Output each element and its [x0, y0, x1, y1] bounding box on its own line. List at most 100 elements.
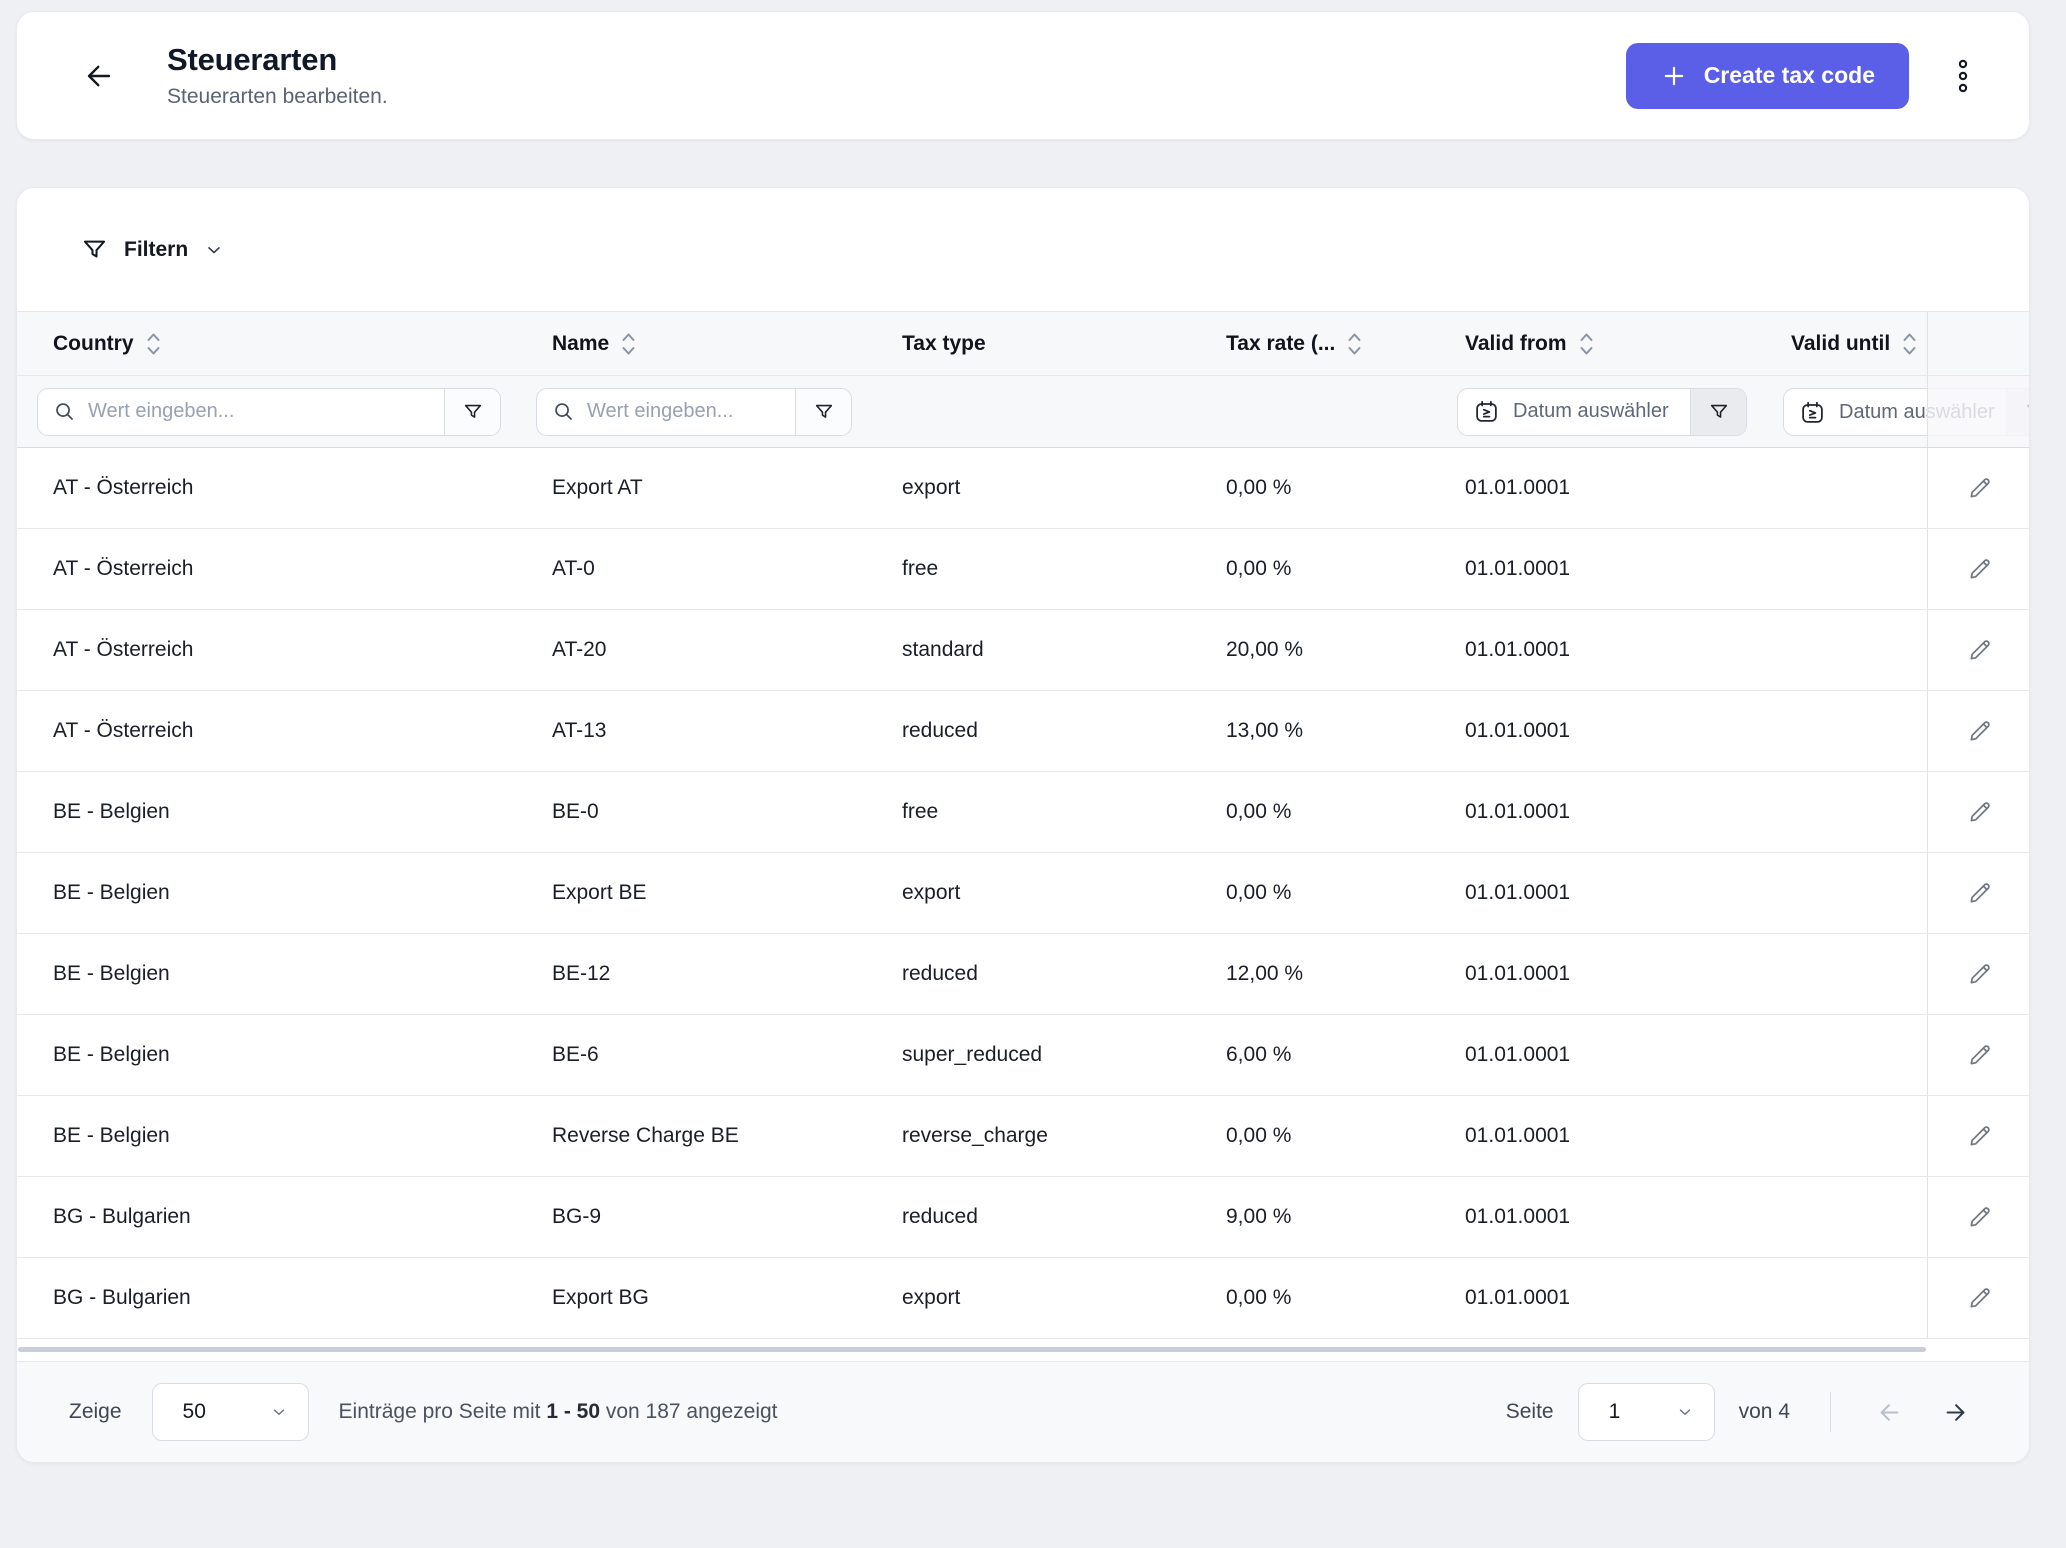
edit-column-filter-cell [1927, 376, 2030, 447]
table-row[interactable]: AT - Österreich AT-0 free 0,00 % 01.01.0… [17, 529, 2030, 610]
column-header-tax-rate[interactable]: Tax rate (... [1210, 329, 1449, 359]
horizontal-scrollbar[interactable] [18, 1347, 1926, 1352]
next-page-button[interactable] [1933, 1390, 1977, 1434]
cell-tax-type: export [886, 476, 1210, 500]
table-row[interactable]: AT - Österreich AT-13 reduced 13,00 % 01… [17, 691, 2030, 772]
sort-icon[interactable] [1347, 329, 1362, 359]
page-subtitle: Steuerarten bearbeiten. [167, 85, 388, 109]
column-label: Tax type [902, 332, 986, 356]
search-icon [38, 401, 75, 422]
cell-name: Export AT [536, 476, 886, 500]
column-header-country[interactable]: Country [17, 329, 536, 359]
page-size-select[interactable]: 50 [152, 1383, 309, 1441]
page-select[interactable]: 1 [1578, 1383, 1715, 1441]
edit-row-button[interactable] [1958, 952, 2002, 996]
edit-row-button[interactable] [1958, 709, 2002, 753]
cell-valid-from: 01.01.0001 [1449, 1286, 1775, 1310]
filter-expand-button[interactable] [204, 240, 224, 260]
pencil-icon [1966, 555, 1994, 583]
valid-from-filter-funnel-button[interactable] [1690, 389, 1746, 435]
edit-row-button[interactable] [1958, 1195, 2002, 1239]
valid-from-date-filter[interactable]: Datum auswähler [1457, 388, 1747, 436]
edit-row-button[interactable] [1958, 1114, 2002, 1158]
pencil-icon [1966, 960, 1994, 988]
table-row[interactable]: AT - Österreich AT-20 standard 20,00 % 0… [17, 610, 2030, 691]
edit-row-button[interactable] [1958, 547, 2002, 591]
cell-valid-from: 01.01.0001 [1449, 719, 1775, 743]
column-header-name[interactable]: Name [536, 329, 886, 359]
pencil-icon [1966, 1041, 1994, 1069]
table-row[interactable]: BG - Bulgarien BG-9 reduced 9,00 % 01.01… [17, 1177, 2030, 1258]
cell-valid-from: 01.01.0001 [1449, 557, 1775, 581]
table-row[interactable]: BE - Belgien BE-6 super_reduced 6,00 % 0… [17, 1015, 2030, 1096]
calendar-gte-icon [1458, 399, 1499, 424]
name-filter-input[interactable] [574, 389, 795, 435]
column-header-valid-until[interactable]: Valid until [1775, 329, 1927, 359]
create-tax-code-button[interactable]: Create tax code [1626, 43, 1909, 109]
table-body: AT - Österreich Export AT export 0,00 % … [17, 448, 2029, 1339]
pencil-icon [1966, 1284, 1994, 1312]
previous-page-button[interactable] [1867, 1390, 1911, 1434]
back-button[interactable] [79, 56, 119, 96]
sort-icon[interactable] [146, 329, 161, 359]
chevron-down-icon [270, 1403, 288, 1421]
edit-row-button[interactable] [1958, 1033, 2002, 1077]
name-filter-funnel-button[interactable] [795, 389, 851, 435]
cell-tax-type: super_reduced [886, 1043, 1210, 1067]
edit-row-button[interactable] [1958, 1276, 2002, 1320]
table-filter-row: Datum auswähler Datum auswähler [17, 376, 2030, 448]
country-filter-funnel-button[interactable] [444, 389, 500, 435]
column-label: Name [552, 332, 609, 356]
edit-row-button[interactable] [1958, 790, 2002, 834]
cell-tax-type: reverse_charge [886, 1124, 1210, 1148]
cell-country: AT - Österreich [17, 719, 536, 743]
cell-country: BE - Belgien [17, 1043, 536, 1067]
cell-tax-rate: 13,00 % [1210, 719, 1449, 743]
cell-tax-rate: 0,00 % [1210, 800, 1449, 824]
page-size-label: Zeige [69, 1400, 122, 1424]
cell-name: Export BE [536, 881, 886, 905]
edit-row-button[interactable] [1958, 466, 2002, 510]
column-label: Country [53, 332, 134, 356]
column-header-valid-from[interactable]: Valid from [1449, 329, 1775, 359]
context-menu-button[interactable] [1953, 56, 1973, 96]
kebab-menu-icon [1955, 56, 1971, 96]
cell-valid-from: 01.01.0001 [1449, 1124, 1775, 1148]
cell-tax-rate: 0,00 % [1210, 557, 1449, 581]
cell-tax-type: reduced [886, 962, 1210, 986]
arrow-left-icon [1876, 1399, 1903, 1426]
edit-row-button[interactable] [1958, 628, 2002, 672]
name-filter [536, 388, 852, 436]
sort-icon[interactable] [1902, 329, 1917, 359]
page-count-label: von 4 [1739, 1400, 1790, 1424]
cell-tax-rate: 0,00 % [1210, 1286, 1449, 1310]
cell-valid-from: 01.01.0001 [1449, 800, 1775, 824]
filter-bar-label: Filtern [124, 238, 188, 262]
table-row[interactable]: BG - Bulgarien Export BG export 0,00 % 0… [17, 1258, 2030, 1339]
sort-icon[interactable] [1579, 329, 1594, 359]
edit-row-button[interactable] [1958, 871, 2002, 915]
tax-codes-table-card: Filtern Country Name Tax type Tax rate (… [16, 187, 2030, 1463]
table-row[interactable]: AT - Österreich Export AT export 0,00 % … [17, 448, 2030, 529]
cell-tax-rate: 0,00 % [1210, 476, 1449, 500]
cell-country: BG - Bulgarien [17, 1205, 536, 1229]
column-header-tax-type: Tax type [886, 332, 1210, 356]
sort-icon[interactable] [621, 329, 636, 359]
pencil-icon [1966, 474, 1994, 502]
cell-name: Reverse Charge BE [536, 1124, 886, 1148]
country-filter-input[interactable] [75, 389, 444, 435]
funnel-icon [81, 236, 108, 263]
table-row[interactable]: BE - Belgien BE-0 free 0,00 % 01.01.0001 [17, 772, 2030, 853]
edit-column-header [1927, 312, 2030, 375]
cell-valid-from: 01.01.0001 [1449, 638, 1775, 662]
page-header-card: Steuerarten Steuerarten bearbeiten. Crea… [16, 11, 2030, 140]
table-row[interactable]: BE - Belgien Export BE export 0,00 % 01.… [17, 853, 2030, 934]
cell-tax-rate: 6,00 % [1210, 1043, 1449, 1067]
pencil-icon [1966, 879, 1994, 907]
table-row[interactable]: BE - Belgien Reverse Charge BE reverse_c… [17, 1096, 2030, 1177]
pagination-footer: Zeige 50 Einträge pro Seite mit 1 - 50 v… [17, 1361, 2029, 1462]
table-row[interactable]: BE - Belgien BE-12 reduced 12,00 % 01.01… [17, 934, 2030, 1015]
cell-country: BE - Belgien [17, 881, 536, 905]
cell-country: BE - Belgien [17, 962, 536, 986]
pencil-icon [1966, 798, 1994, 826]
